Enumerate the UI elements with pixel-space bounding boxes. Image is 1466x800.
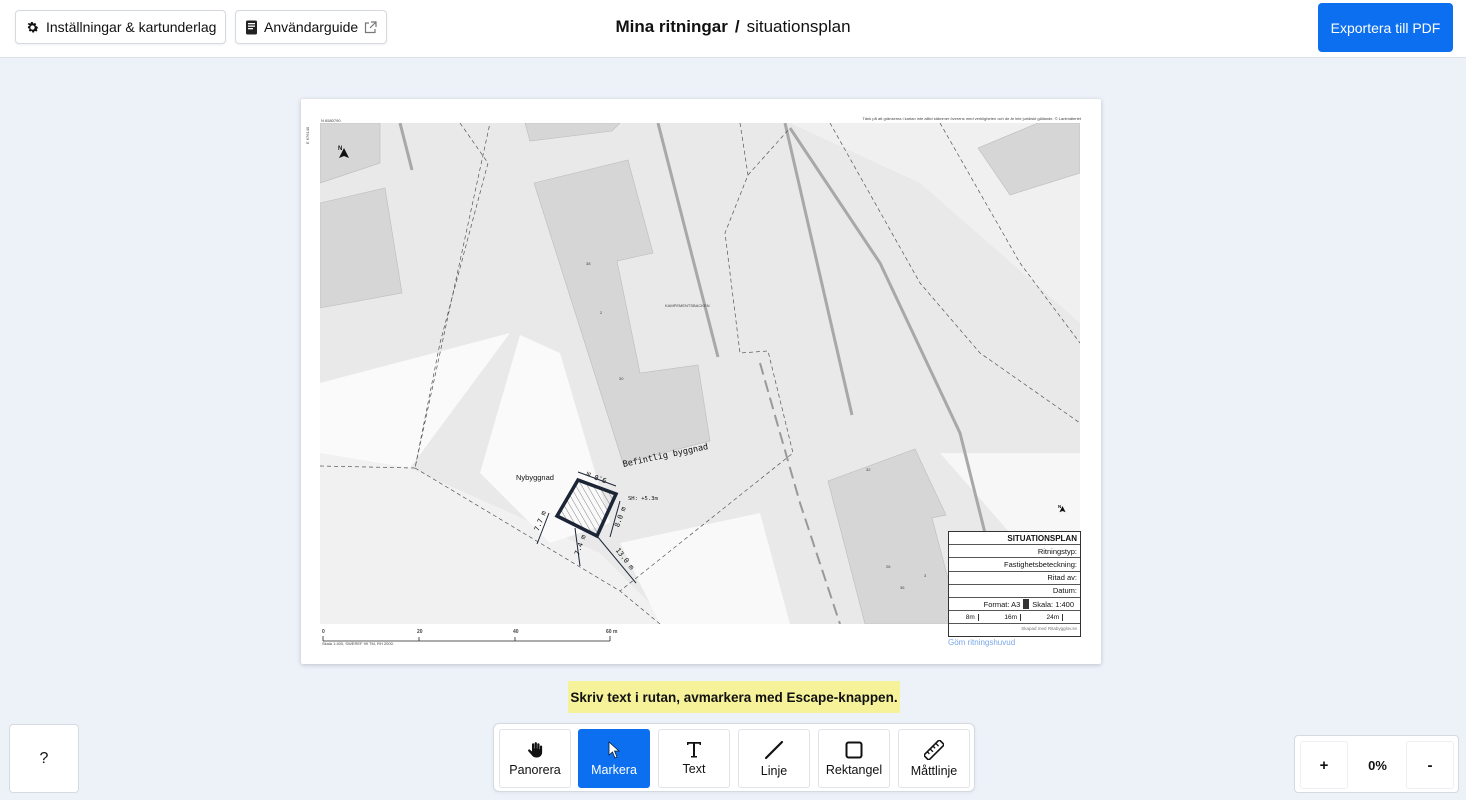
title-block-scale: Skala: 1:400 [1032, 599, 1074, 609]
scale-tick-60: 60 m [606, 629, 618, 635]
title-block-row: Fastighetsbeteckning: [949, 558, 1080, 572]
tool-select[interactable]: Markera [578, 729, 650, 788]
tool-label: Måttlinje [910, 763, 958, 778]
page-title: Mina ritningar / situationsplan [0, 17, 1466, 37]
scale-tick-20: 20 [417, 629, 423, 635]
scale-caption: Skala 1:400, SWEREF 99 TM, RH 2000. [322, 641, 394, 646]
tool-label: Text [682, 762, 706, 776]
scale-mark: 24m [1047, 613, 1064, 621]
map-number: 3 [924, 573, 927, 578]
map-number: 36 [900, 585, 905, 590]
top-header: Inställningar & kartunderlag Användargui… [0, 0, 1466, 58]
north-arrow-icon: N [338, 146, 349, 158]
title-block-row: Ritningstyp: [949, 545, 1080, 559]
square-icon [845, 741, 863, 758]
instruction-hint: Skriv text i rutan, avmarkera med Escape… [568, 681, 900, 713]
zoom-in-button[interactable]: + [1300, 741, 1348, 789]
title-block-row: Datum: [949, 585, 1080, 598]
map-disclaimer: Tänk på att gränserna i kartan inte allt… [862, 116, 1081, 121]
title-block-row: Ritad av: [949, 572, 1080, 585]
scale-tick-40: 40 [513, 629, 519, 635]
tool-label: Linje [760, 763, 788, 778]
map-number: 26 [886, 564, 891, 569]
line-icon [764, 740, 784, 759]
tool-dimension-line[interactable]: Måttlinje [898, 729, 970, 788]
tool-pan[interactable]: Panorera [499, 729, 571, 788]
drawing-sheet[interactable]: N 6580790 Tänk på att gränserna i kartan… [301, 99, 1101, 664]
scale-bar: 0 20 40 60 m Skala 1:400, SWEREF 99 TM, … [322, 629, 622, 646]
title-block-heading: SITUATIONSPLAN [949, 532, 1080, 546]
scale-mark: 8m [966, 613, 979, 621]
breadcrumb-current: situationsplan [746, 17, 851, 36]
new-building-label[interactable]: Nybyggnad [516, 473, 554, 482]
title-block-credit: Skapad med Ritabygglov.se [1021, 626, 1077, 632]
tool-line[interactable]: Linje [738, 729, 810, 788]
tool-label: Rektangel [825, 762, 883, 777]
help-button[interactable]: ? [9, 724, 79, 793]
hand-icon [528, 741, 543, 757]
title-block-scale-bar: 8m 16m 24m [949, 611, 1080, 625]
tool-label: Panorera [509, 762, 561, 777]
title-block-format-row: Format: A3 Skala: 1:400 [949, 598, 1080, 612]
title-block-format: Format: A3 [983, 599, 1021, 609]
street-label: KAMPEMENTSBACKEN [665, 303, 710, 308]
north-arrow-icon: N [1058, 504, 1066, 513]
zoom-level: 0% [1368, 757, 1387, 773]
map-number: 38 [586, 261, 591, 266]
map-number: 32 [866, 467, 871, 472]
scale-mark: 16m [1004, 613, 1021, 621]
map-number: 30 [619, 376, 624, 381]
tool-rectangle[interactable]: Rektangel [818, 729, 890, 788]
scale-tick-0: 0 [322, 629, 325, 635]
cursor-icon [608, 740, 621, 759]
coordinate-label-side: E 676140 [305, 126, 310, 144]
zoom-control: + 0% - [1294, 735, 1459, 793]
zoom-out-button[interactable]: - [1406, 741, 1454, 789]
tool-palette: Panorera Markera Text Linje Rektangel Må… [493, 723, 975, 792]
map-number: 2 [600, 310, 603, 315]
hide-drawing-header-link[interactable]: Göm ritningshuvud [948, 638, 1015, 647]
tool-text[interactable]: Text [658, 729, 730, 788]
ruler-icon [924, 739, 944, 760]
breadcrumb-separator: / [734, 17, 740, 36]
export-pdf-button[interactable]: Exportera till PDF [1318, 3, 1453, 52]
text-icon [687, 742, 701, 758]
tool-label: Markera [591, 762, 637, 777]
title-block[interactable]: SITUATIONSPLAN Ritningstyp: Fastighetsbe… [948, 531, 1081, 637]
roof-height-label[interactable]: SH: +5.3m [628, 496, 658, 502]
breadcrumb-root[interactable]: Mina ritningar [615, 17, 727, 36]
